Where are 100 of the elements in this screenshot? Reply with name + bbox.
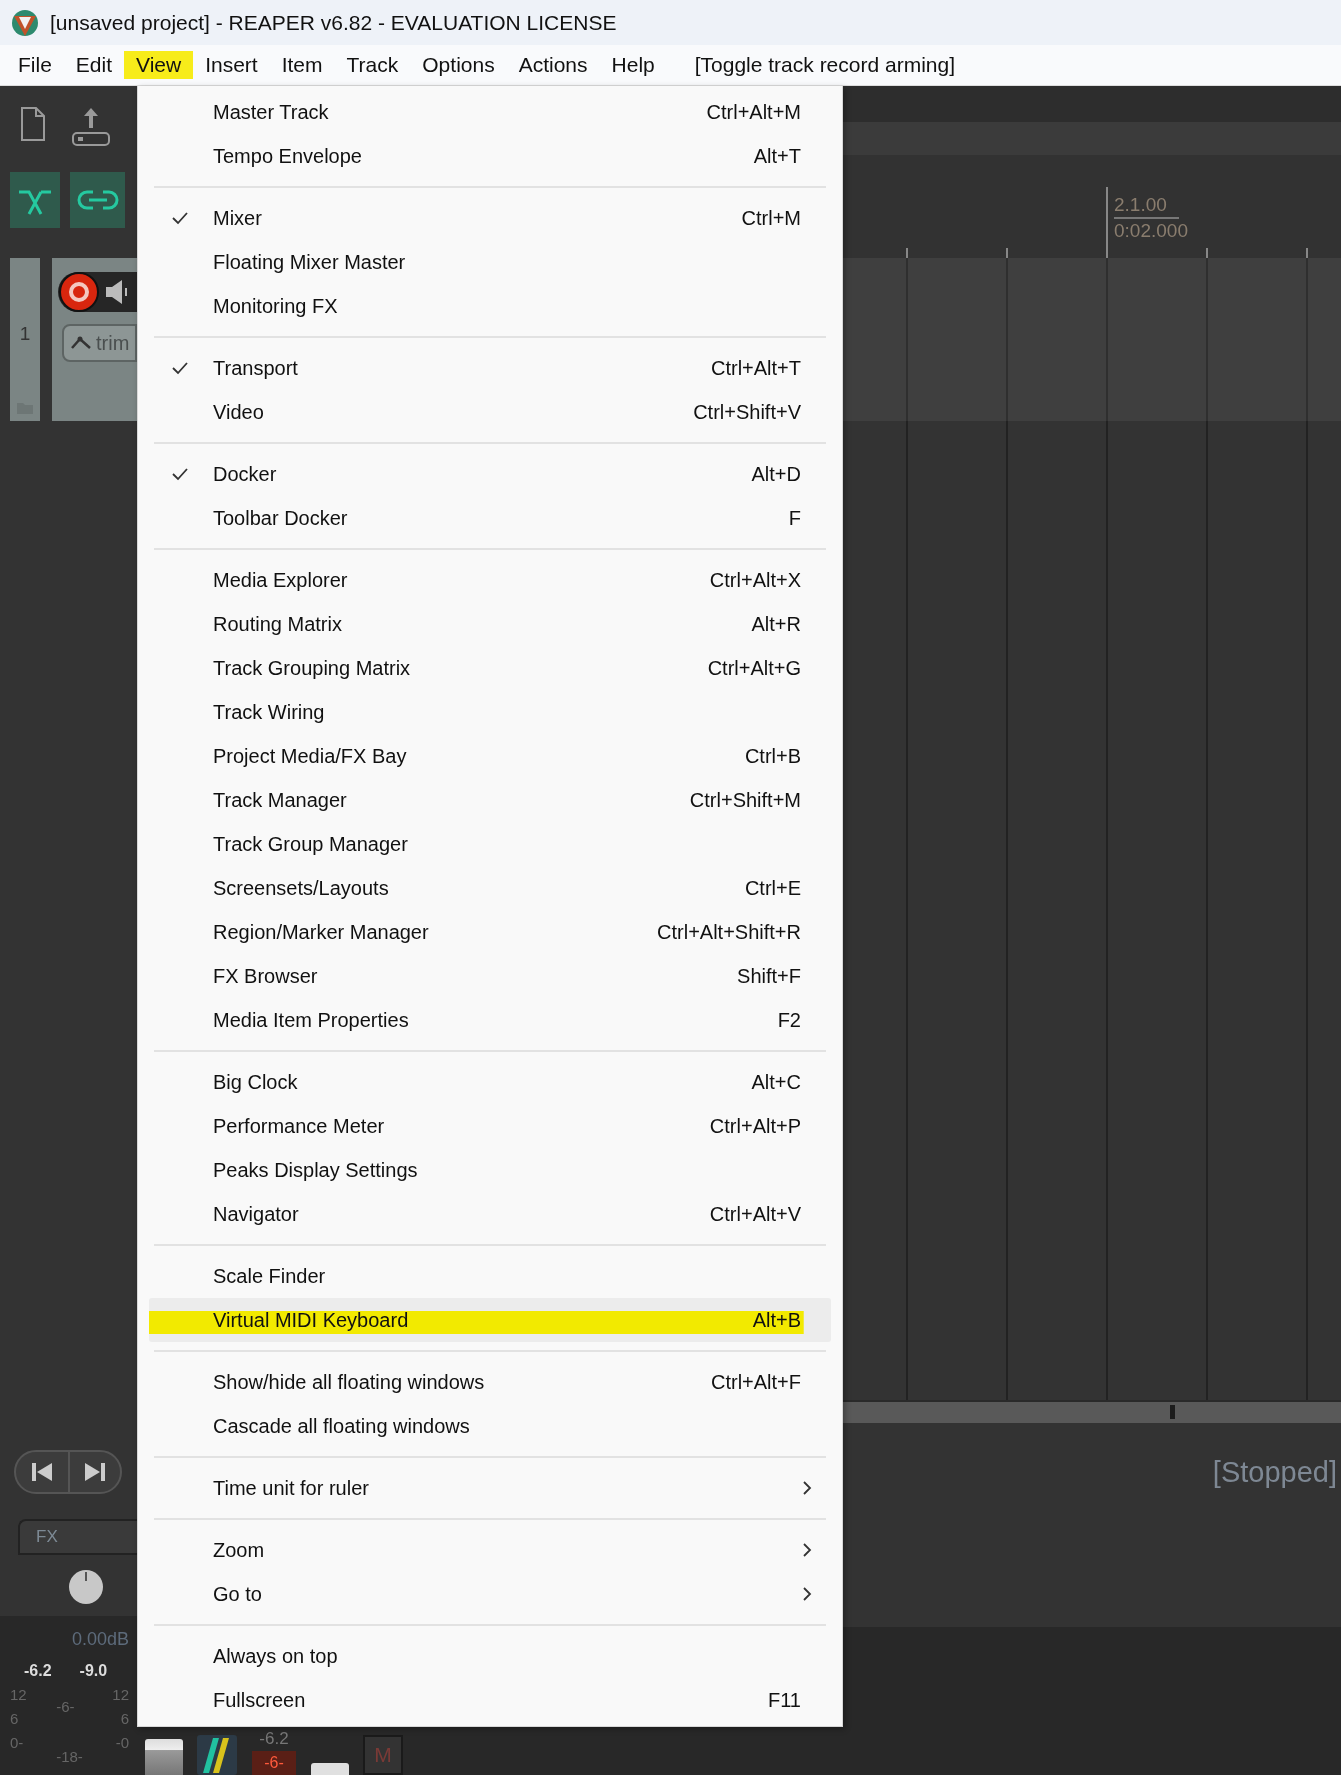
meter-readout: -6- xyxy=(252,1751,296,1775)
menu-label: Media Explorer xyxy=(213,568,349,593)
link-button[interactable] xyxy=(70,172,125,228)
shortcut-label: Ctrl+E xyxy=(744,876,801,901)
skip-forward-icon xyxy=(84,1462,106,1482)
menu-entry[interactable]: Screensets/Layouts Ctrl+E xyxy=(149,866,831,910)
menu-label: Virtual MIDI Keyboard xyxy=(213,1308,410,1333)
menu-entry[interactable]: Always on top xyxy=(149,1634,831,1678)
envelope-icon xyxy=(70,336,92,350)
app-logo-icon xyxy=(10,7,40,38)
menu-item[interactable]: Item xyxy=(269,51,335,79)
meter-scale-label: 12 xyxy=(112,1685,129,1705)
menu-entry[interactable]: Toolbar Docker F xyxy=(149,496,831,540)
menu-label: Routing Matrix xyxy=(213,612,343,637)
meter-scale-label: -18- xyxy=(56,1747,83,1767)
menu-label: Track Grouping Matrix xyxy=(213,656,412,681)
menu-label: Mixer xyxy=(213,206,263,231)
menu-entry[interactable]: Peaks Display Settings xyxy=(149,1148,831,1192)
menu-entry[interactable]: Big Clock Alt+C xyxy=(149,1060,831,1104)
shortcut-label: Ctrl+Alt+G xyxy=(707,656,801,681)
link-icon xyxy=(76,188,119,212)
menu-entry[interactable]: FX Browser Shift+F xyxy=(149,954,831,998)
menu-entry[interactable]: Docker Alt+D xyxy=(149,452,831,496)
shortcut-label: Ctrl+Alt+Shift+R xyxy=(657,920,801,945)
menu-entry[interactable]: Zoom xyxy=(149,1528,831,1572)
menu-entry[interactable]: Floating Mixer Master xyxy=(149,240,831,284)
menu-item[interactable]: File xyxy=(6,51,64,79)
shortcut-label: F xyxy=(788,506,801,531)
menu-label: Screensets/Layouts xyxy=(213,876,390,901)
menu-entry[interactable]: Media Explorer Ctrl+Alt+X xyxy=(149,558,831,602)
menu-label: Video xyxy=(213,400,265,425)
menu-entry[interactable]: Transport Ctrl+Alt+T xyxy=(149,346,831,390)
menu-item[interactable]: Track xyxy=(334,51,411,79)
upload-icon[interactable] xyxy=(70,106,112,148)
menu-label: Scale Finder xyxy=(213,1264,327,1289)
shortcut-label: Ctrl+B xyxy=(744,744,801,769)
shortcut-label: Alt+C xyxy=(751,1070,801,1095)
menu-label: Project Media/FX Bay xyxy=(213,744,408,769)
menu-label: Track Manager xyxy=(213,788,348,813)
menu-entry[interactable]: Track Grouping Matrix Ctrl+Alt+G xyxy=(149,646,831,690)
new-file-icon[interactable] xyxy=(18,106,48,142)
shortcut-label: Ctrl+Alt+M xyxy=(706,100,801,125)
record-arm-button[interactable] xyxy=(58,271,100,313)
menu-entry[interactable]: Region/Marker Manager Ctrl+Alt+Shift+R xyxy=(149,910,831,954)
fader-handle[interactable] xyxy=(145,1739,183,1775)
speaker-icon[interactable] xyxy=(104,278,128,306)
menu-label: Navigator xyxy=(213,1202,300,1227)
menu-entry[interactable]: Show/hide all floating windows Ctrl+Alt+F xyxy=(149,1360,831,1404)
crossfade-button[interactable] xyxy=(10,172,60,228)
shortcut-label: Alt+B xyxy=(752,1308,801,1333)
menu-entry[interactable]: Fullscreen F11 xyxy=(149,1678,831,1722)
menu-entry[interactable]: Master Track Ctrl+Alt+M xyxy=(149,90,831,134)
menu-label: Floating Mixer Master xyxy=(213,250,407,275)
menu-entry[interactable]: Virtual MIDI Keyboard Alt+B xyxy=(149,1298,831,1342)
menu-entry[interactable]: Monitoring FX xyxy=(149,284,831,328)
menu-label: Show/hide all floating windows xyxy=(213,1370,486,1395)
menu-item[interactable]: View xyxy=(124,51,194,79)
measure-label: 2.1.00 xyxy=(1114,193,1179,219)
menu-label: Tempo Envelope xyxy=(213,144,363,169)
menu-entry[interactable]: Time unit for ruler xyxy=(149,1466,831,1510)
pan-knob[interactable] xyxy=(68,1569,104,1605)
menu-label: Docker xyxy=(213,462,278,487)
shortcut-label: Ctrl+Alt+P xyxy=(709,1114,801,1139)
menu-entry[interactable]: Track Group Manager xyxy=(149,822,831,866)
menu-entry[interactable]: Scale Finder xyxy=(149,1254,831,1298)
menu-entry[interactable]: Track Manager Ctrl+Shift+M xyxy=(149,778,831,822)
menu-item[interactable]: Actions xyxy=(506,51,600,79)
menu-entry[interactable]: Track Wiring xyxy=(149,690,831,734)
meter-scale-label: -0 xyxy=(115,1733,129,1753)
menu-entry[interactable]: Project Media/FX Bay Ctrl+B xyxy=(149,734,831,778)
time-label: 0:02.000 xyxy=(1114,219,1188,243)
menu-label: Performance Meter xyxy=(213,1114,386,1139)
menu-entry[interactable]: Tempo Envelope Alt+T xyxy=(149,134,831,178)
menu-entry[interactable]: Media Item Properties F2 xyxy=(149,998,831,1042)
shortcut-label: Ctrl+Alt+V xyxy=(709,1202,801,1227)
meter-scale-label: 12 xyxy=(10,1685,27,1705)
transport-status: [Stopped] xyxy=(1212,1455,1337,1490)
menu-entry[interactable]: Mixer Ctrl+M xyxy=(149,196,831,240)
fader-handle[interactable] xyxy=(311,1763,349,1775)
menu-item[interactable]: Help xyxy=(599,51,667,79)
menu-entry[interactable]: Navigator Ctrl+Alt+V xyxy=(149,1192,831,1236)
menu-entry[interactable]: Routing Matrix Alt+R xyxy=(149,602,831,646)
menu-label: Cascade all floating windows xyxy=(213,1414,471,1439)
meter-scale-label: 6 xyxy=(10,1709,20,1729)
menu-label: FX Browser xyxy=(213,964,319,989)
menu-entry[interactable]: Performance Meter Ctrl+Alt+P xyxy=(149,1104,831,1148)
menu-label: Time unit for ruler xyxy=(213,1476,370,1501)
menu-label: Track Wiring xyxy=(213,700,326,725)
volume-readout: 0.00dB xyxy=(70,1628,129,1651)
menu-entry[interactable]: Cascade all floating windows xyxy=(149,1404,831,1448)
menu-label: Always on top xyxy=(213,1644,339,1669)
menu-entry[interactable]: Video Ctrl+Shift+V xyxy=(149,390,831,434)
menu-item[interactable]: Edit xyxy=(63,51,125,79)
menu-item[interactable]: Options xyxy=(410,51,507,79)
menu-label: Monitoring FX xyxy=(213,294,339,319)
shortcut-label: Shift+F xyxy=(737,964,801,989)
menu-entry[interactable]: Go to xyxy=(149,1572,831,1616)
action-hint: [Toggle track record arming] xyxy=(694,52,955,79)
menu-item[interactable]: Insert xyxy=(193,51,270,79)
shortcut-label: Ctrl+M xyxy=(741,206,801,231)
